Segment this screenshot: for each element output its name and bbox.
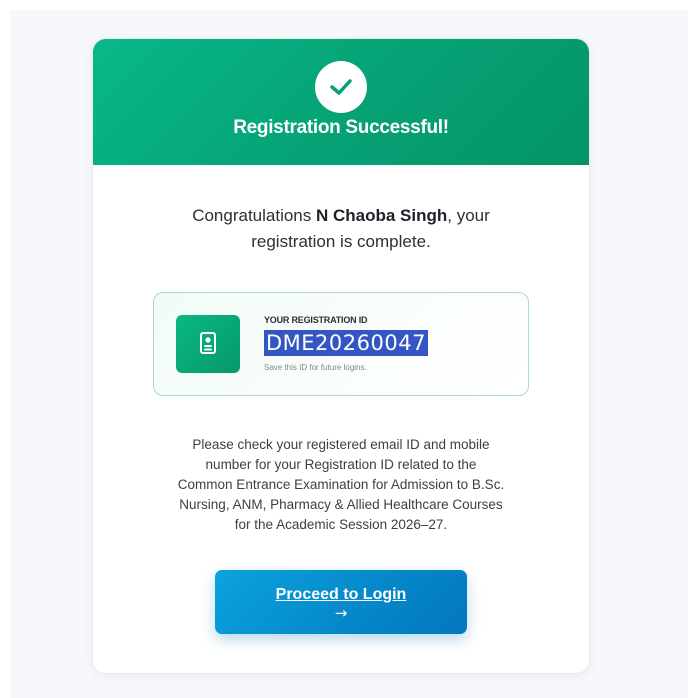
congrats-line2: registration is complete. <box>251 232 431 251</box>
info-line: Please check your registered email ID an… <box>192 437 490 452</box>
success-card: Registration Successful! Congratulations… <box>92 38 590 674</box>
info-paragraph: Please check your registered email ID an… <box>143 435 539 535</box>
proceed-to-login-button[interactable]: Proceed to Login → <box>215 570 467 634</box>
page-title: Registration Successful! <box>233 117 449 138</box>
registration-id-box: YOUR REGISTRATION ID DME20260047 Save th… <box>153 292 529 396</box>
congrats-suffix: , your <box>447 206 490 225</box>
id-badge-icon <box>176 315 240 373</box>
candidate-name: N Chaoba Singh <box>316 206 448 225</box>
registration-id-value[interactable]: DME20260047 <box>264 330 428 356</box>
proceed-to-login-label: Proceed to Login <box>275 586 407 603</box>
card-header: Registration Successful! <box>93 39 589 165</box>
info-line: for the Academic Session 2026–27. <box>234 517 448 532</box>
congrats-prefix: Congratulations <box>192 206 316 225</box>
congratulations-message: Congratulations N Chaoba Singh, your reg… <box>133 203 549 255</box>
arrow-right-icon: → <box>334 604 348 622</box>
registration-id-hint: Save this ID for future logins. <box>264 363 367 372</box>
info-line: Common Entrance Examination for Admissio… <box>177 477 505 492</box>
info-line: Nursing, ANM, Pharmacy & Allied Healthca… <box>179 497 503 512</box>
check-icon <box>315 61 367 113</box>
registration-id-label: YOUR REGISTRATION ID <box>264 315 368 325</box>
info-line: number for your Registration ID related … <box>205 457 477 472</box>
